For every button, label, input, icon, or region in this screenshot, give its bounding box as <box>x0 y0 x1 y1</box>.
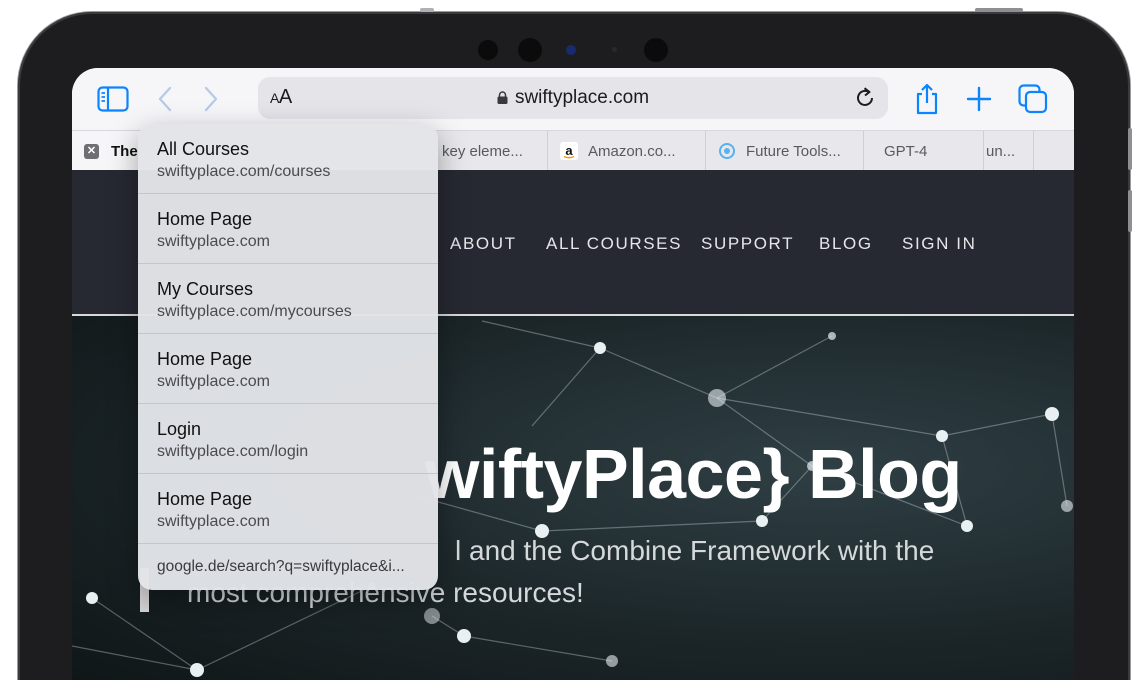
suggestion-url: swiftyplace.com/mycourses <box>157 303 352 320</box>
url-text: swiftyplace.com <box>514 87 650 108</box>
amazon-icon: a <box>560 142 578 160</box>
camera-dot <box>612 47 617 52</box>
search-suggestion[interactable]: google.de/search?q=swiftyplace&i... <box>157 558 405 576</box>
svg-text:a: a <box>565 143 573 158</box>
back-button[interactable] <box>148 82 182 116</box>
safari-toolbar: AA swiftyplace.com <box>72 68 1074 130</box>
tabs-overview-button[interactable] <box>1016 82 1050 116</box>
top-button-left <box>420 8 434 12</box>
tab-title: un... <box>986 142 1016 160</box>
sidebar-icon <box>97 86 129 112</box>
tab-item[interactable]: GPT-4 <box>864 131 984 171</box>
suggestion-title: My Courses <box>157 279 254 299</box>
volume-button <box>1128 128 1132 170</box>
suggestion-item[interactable]: Home Page swiftyplace.com <box>138 474 438 544</box>
tab-item[interactable]: a Amazon.co... <box>548 131 706 171</box>
reload-icon[interactable] <box>852 85 878 111</box>
suggestion-title: Home Page <box>157 489 253 509</box>
share-button[interactable] <box>910 82 944 116</box>
camera-lens <box>518 38 542 62</box>
suggestion-url: swiftyplace.com <box>157 233 270 250</box>
nav-blog[interactable]: BLOG <box>819 234 873 254</box>
future-tools-icon <box>718 142 736 160</box>
suggestion-title: Home Page <box>157 209 253 229</box>
hero-title: wiftyPlace} Blog <box>425 435 962 513</box>
camera-sensor <box>566 45 576 55</box>
nav-all-courses[interactable]: ALL COURSES <box>546 234 682 254</box>
suggestion-title: Login <box>157 419 202 439</box>
tab-title: The <box>111 142 138 160</box>
nav-about[interactable]: ABOUT <box>450 234 517 254</box>
top-button <box>975 8 1023 12</box>
sidebar-button[interactable] <box>96 82 130 116</box>
new-tab-button[interactable] <box>962 82 996 116</box>
suggestion-title: All Courses <box>157 139 250 159</box>
address-bar[interactable]: AA swiftyplace.com <box>258 77 888 119</box>
close-icon[interactable]: ✕ <box>84 143 99 159</box>
tab-item[interactable]: un... <box>984 131 1034 171</box>
suggestion-url: swiftyplace.com/login <box>157 443 309 460</box>
suggestion-item[interactable]: Home Page swiftyplace.com <box>138 194 438 264</box>
nav-sign-in[interactable]: SIGN IN <box>902 234 977 254</box>
nav-support[interactable]: SUPPORT <box>701 234 794 254</box>
lock-icon <box>497 91 508 104</box>
tab-item[interactable]: Future Tools... <box>706 131 864 171</box>
suggestion-item[interactable]: My Courses swiftyplace.com/mycourses <box>138 264 438 334</box>
suggestion-url: swiftyplace.com/courses <box>157 163 331 180</box>
tab-title: GPT-4 <box>884 142 928 160</box>
volume-button <box>1128 190 1132 232</box>
tab-title: key eleme... <box>442 142 523 160</box>
share-icon <box>916 83 938 115</box>
suggestion-item[interactable]: All Courses swiftyplace.com/courses <box>138 124 438 194</box>
chevron-right-icon <box>204 86 218 112</box>
suggestion-title: Home Page <box>157 349 253 369</box>
camera-dot <box>478 40 498 60</box>
suggestion-url: swiftyplace.com <box>157 373 270 390</box>
plus-icon <box>966 86 992 112</box>
suggestion-item[interactable]: Home Page swiftyplace.com <box>138 334 438 404</box>
tabs-icon <box>1018 84 1048 114</box>
chevron-left-icon <box>158 86 172 112</box>
url-display[interactable]: swiftyplace.com <box>258 87 888 109</box>
suggestion-item[interactable]: Login swiftyplace.com/login <box>138 404 438 474</box>
suggestion-url: swiftyplace.com <box>157 513 270 530</box>
camera-dot <box>644 38 668 62</box>
forward-button[interactable] <box>194 82 228 116</box>
tab-title: Amazon.co... <box>588 142 676 160</box>
tab-title: Future Tools... <box>746 142 841 160</box>
url-suggestions-popover: All Courses swiftyplace.com/courses Home… <box>138 124 438 590</box>
